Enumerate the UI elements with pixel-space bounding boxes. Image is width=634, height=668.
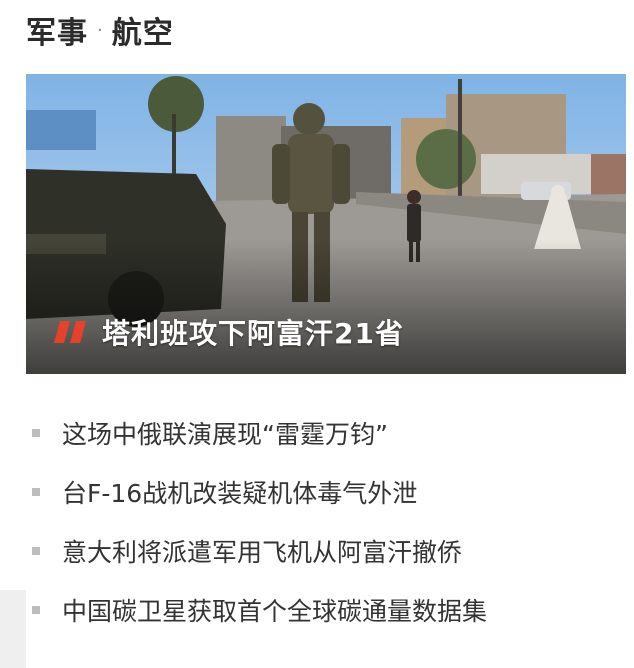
bullet-icon (32, 428, 40, 437)
bullet-icon (32, 546, 40, 555)
news-title[interactable]: 意大利将派遣军用飞机从阿富汗撤侨 (62, 533, 462, 569)
category-label[interactable]: 军事 (26, 8, 88, 52)
news-title[interactable]: 中国碳卫星获取首个全球碳通量数据集 (62, 592, 487, 628)
news-title[interactable]: 台F-16战机改装疑机体毒气外泄 (62, 474, 417, 510)
news-title[interactable]: 这场中俄联演展现“雷霆万钧” (62, 415, 388, 451)
news-item[interactable]: 意大利将派遣军用飞机从阿富汗撤侨 (26, 521, 626, 580)
section-header: 军事 · 航空 (26, 8, 174, 52)
news-item[interactable]: 台F-16战机改装疑机体毒气外泄 (26, 462, 626, 521)
separator-dot: · (97, 19, 103, 41)
accent-slash-icon (54, 321, 86, 343)
bullet-icon (32, 487, 40, 496)
hero-caption: 塔利班攻下阿富汗21省 (54, 312, 404, 352)
news-item[interactable]: 这场中俄联演展现“雷霆万钧” (26, 403, 626, 462)
news-item[interactable]: 中国碳卫星获取首个全球碳通量数据集 (26, 580, 626, 639)
subcategory-label[interactable]: 航空 (112, 8, 174, 52)
news-list: 这场中俄联演展现“雷霆万钧” 台F-16战机改装疑机体毒气外泄 意大利将派遣军用… (26, 403, 626, 639)
hero-card[interactable]: 塔利班攻下阿富汗21省 (26, 74, 626, 374)
bullet-icon (32, 605, 40, 614)
side-panel-edge (0, 590, 26, 668)
hero-title[interactable]: 塔利班攻下阿富汗21省 (102, 312, 404, 352)
